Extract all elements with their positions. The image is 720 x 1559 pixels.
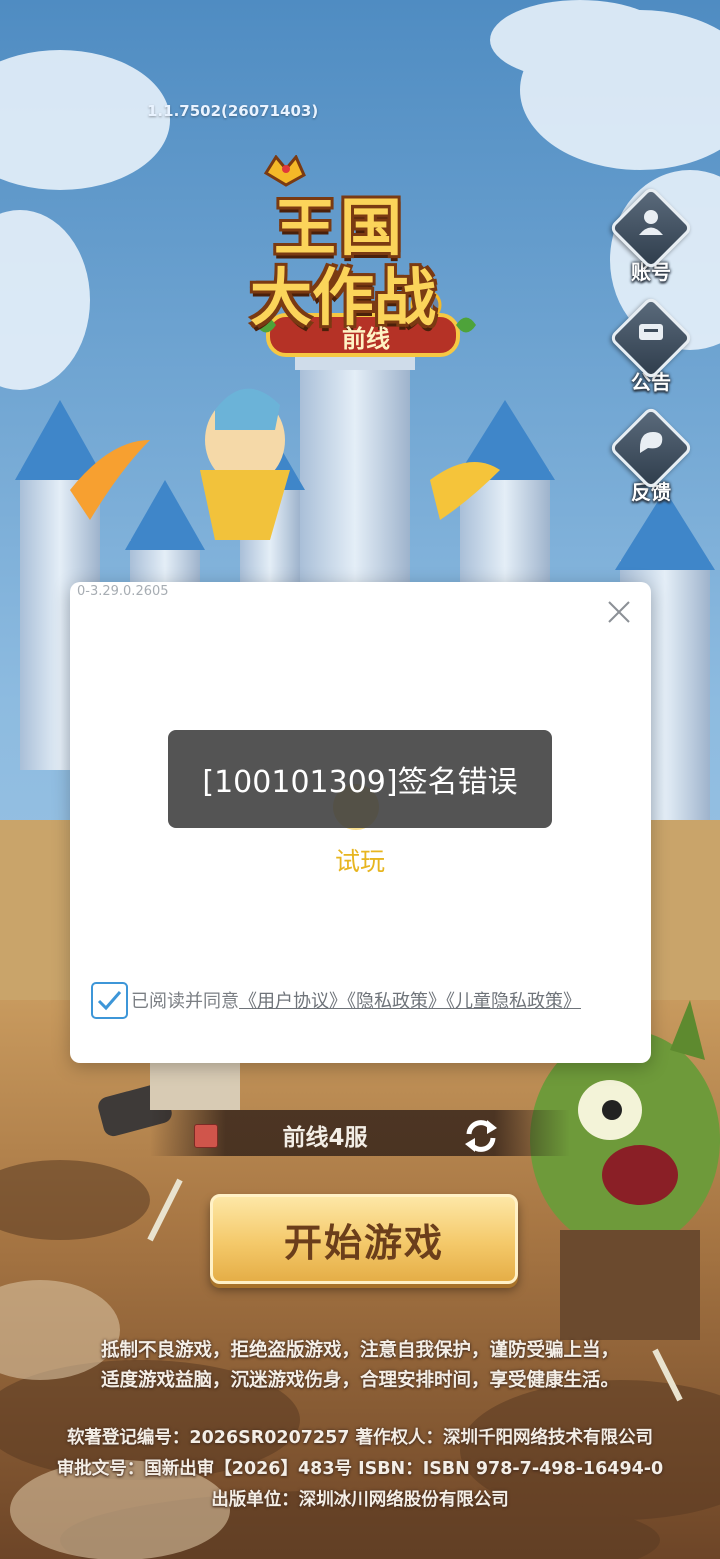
app-version: 1.1.7502(26071403) [147, 102, 319, 120]
checkmark-icon [97, 991, 122, 1011]
trial-play-button[interactable]: 试玩 [300, 842, 420, 878]
logo-subtitle: 前线 [342, 325, 390, 353]
agreement-prefix: 已阅读并同意 [131, 991, 239, 1012]
copyright-line2: 审批文号：国新出审【2026】483号 ISBN：ISBN 978-7-498-… [56, 1459, 664, 1479]
copyright-line3: 出版单位：深圳冰川网络股份有限公司 [211, 1490, 509, 1510]
account-button[interactable]: 账号 [608, 185, 694, 284]
error-toast: [100101309]签名错误 [168, 730, 552, 828]
agreement-text: 已阅读并同意《用户协议》《隐私政策》《儿童隐私政策》 [131, 987, 581, 1013]
feedback-button[interactable]: 反馈 [608, 405, 694, 504]
close-button[interactable] [600, 593, 638, 631]
agreement-links[interactable]: 《用户协议》《隐私政策》《儿童隐私政策》 [239, 991, 581, 1012]
health-notice-line1: 抵制不良游戏，拒绝盗版游戏，注意自我保护，谨防受骗上当， [100, 1340, 619, 1361]
copyright-line1: 软著登记编号：2026SR0207257 著作权人：深圳千阳网络技术有限公司 [66, 1428, 654, 1448]
notice-button[interactable]: 公告 [608, 295, 694, 394]
start-game-button[interactable]: 开始游戏 [210, 1194, 518, 1284]
server-name[interactable]: 前线4服 [250, 1118, 400, 1152]
error-toast-text: [100101309]签名错误 [202, 765, 518, 800]
health-notice-line2: 适度游戏益脑，沉迷游戏伤身，合理安排时间，享受健康生活。 [100, 1370, 619, 1391]
switch-server-icon[interactable] [461, 1116, 501, 1156]
close-icon [608, 601, 630, 623]
server-status-indicator [194, 1124, 218, 1148]
start-game-label: 开始游戏 [283, 1220, 444, 1265]
game-logo: 王国 大作战 前线 [246, 154, 486, 365]
agreement-checkbox[interactable] [91, 982, 128, 1019]
dialog-version: 0-3.29.0.2605 [77, 584, 169, 599]
